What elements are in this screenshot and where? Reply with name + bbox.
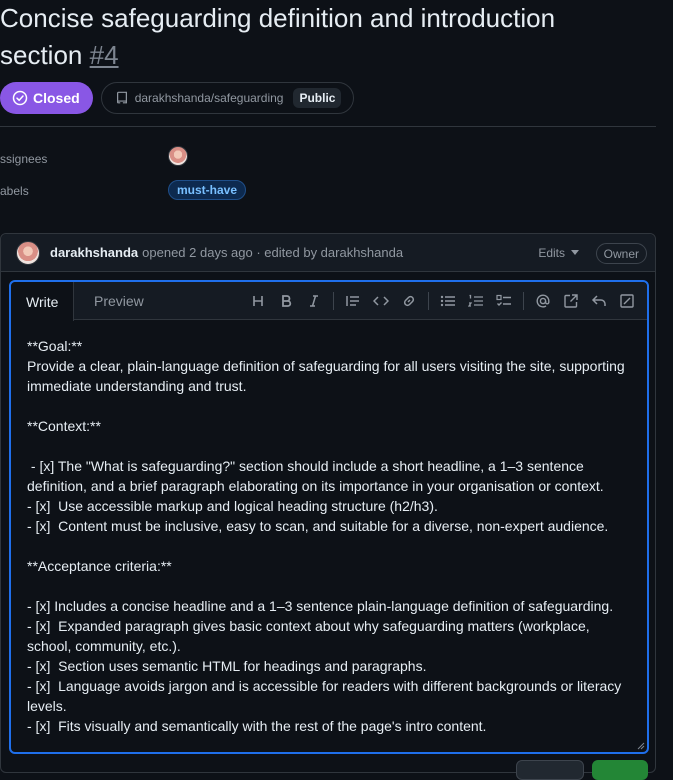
code-icon[interactable] [367, 287, 395, 315]
edits-dropdown[interactable]: Edits [538, 246, 579, 260]
repo-icon [116, 91, 127, 104]
toolbar-separator [428, 292, 429, 310]
state-label: Closed [33, 90, 80, 106]
fullscreen-icon[interactable] [613, 287, 641, 315]
issue-number-link[interactable]: #4 [90, 40, 119, 70]
comment-body-textarea[interactable]: **Goal:** Provide a clear, plain-languag… [27, 336, 637, 736]
assignee-avatar[interactable] [168, 146, 188, 166]
reference-icon[interactable] [557, 287, 585, 315]
bold-icon[interactable] [272, 287, 300, 315]
labels-label: abels [0, 184, 29, 198]
divider [0, 126, 656, 127]
comment-header: darakhshanda opened 2 days ago · edited … [1, 234, 655, 272]
edits-label: Edits [538, 246, 565, 260]
avatar[interactable] [16, 240, 40, 265]
issue-title: Concise safeguarding definition and intr… [0, 0, 640, 74]
tab-write[interactable]: Write [11, 282, 75, 321]
comment-box: darakhshanda opened 2 days ago · edited … [0, 233, 656, 773]
label-must-have[interactable]: must-have [168, 180, 247, 200]
ordered-list-icon[interactable] [462, 287, 490, 315]
italic-icon[interactable] [300, 287, 328, 315]
quote-icon[interactable] [339, 287, 367, 315]
comment-meta: opened 2 days ago · edited by darakhshan… [142, 245, 404, 260]
heading-icon[interactable] [244, 287, 272, 315]
link-icon[interactable] [395, 287, 423, 315]
update-comment-button[interactable] [592, 760, 648, 780]
comment-author[interactable]: darakhshanda [50, 245, 138, 260]
status-row: Closed darakhshanda/safeguarding Public [0, 82, 355, 114]
owner-badge: Owner [595, 243, 647, 264]
issue-title-text: Concise safeguarding definition and intr… [0, 3, 556, 70]
markdown-editor: Write Preview **Goal:** Provide a clear,… [9, 280, 649, 754]
closed-state-badge: Closed [0, 82, 93, 114]
mention-icon[interactable] [529, 287, 557, 315]
task-list-icon[interactable] [490, 287, 518, 315]
assignees-label: ssignees [0, 152, 48, 166]
caret-down-icon [571, 250, 579, 255]
undo-icon[interactable] [585, 287, 613, 315]
check-circle-icon [12, 90, 28, 106]
visibility-tag: Public [293, 88, 342, 108]
toolbar-separator [333, 292, 334, 310]
cancel-button[interactable] [516, 760, 584, 780]
tab-preview[interactable]: Preview [79, 282, 159, 320]
repo-pill[interactable]: darakhshanda/safeguarding Public [100, 82, 355, 114]
unordered-list-icon[interactable] [434, 287, 462, 315]
repo-name: darakhshanda/safeguarding [134, 91, 284, 105]
editor-toolbar: Write Preview [11, 282, 647, 321]
formatting-tools [244, 282, 641, 320]
toolbar-separator [523, 292, 524, 310]
resize-handle-icon[interactable] [637, 742, 645, 750]
